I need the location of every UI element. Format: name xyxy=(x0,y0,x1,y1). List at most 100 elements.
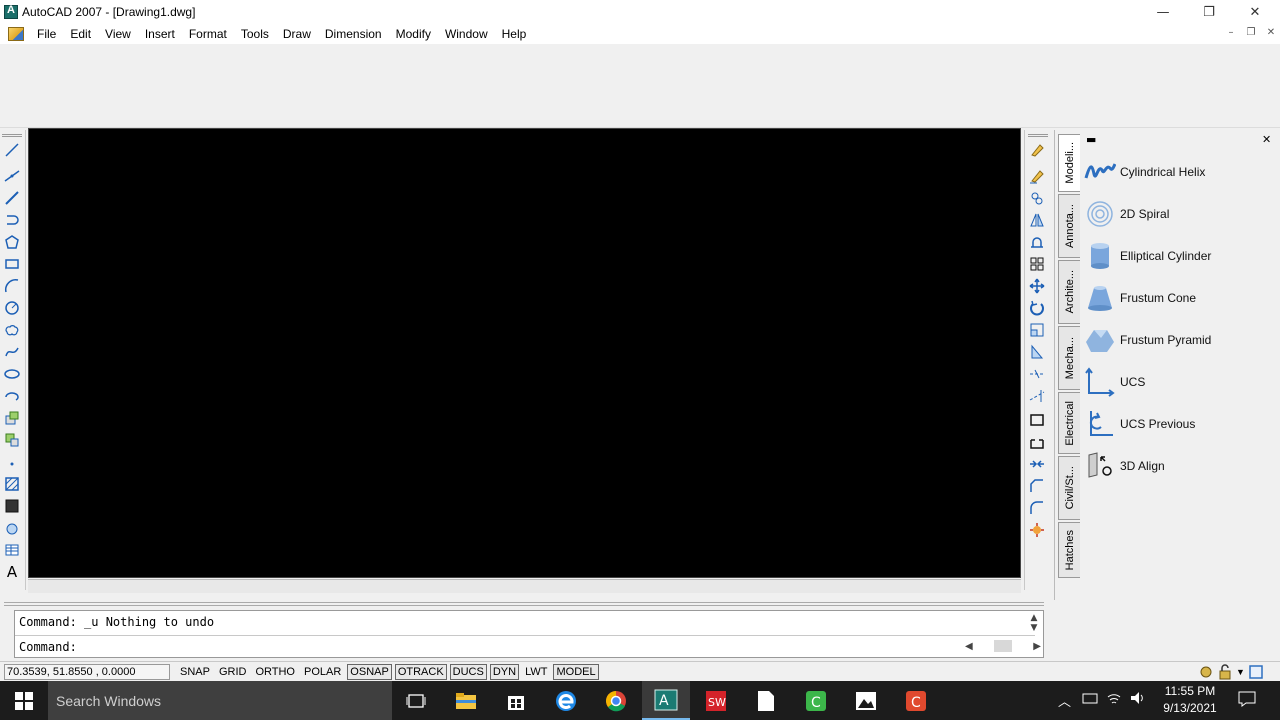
network-status-icon[interactable] xyxy=(1082,691,1098,705)
close-button[interactable]: ✕ xyxy=(1232,0,1278,24)
taskbar-store[interactable] xyxy=(492,681,540,720)
snap-toggle[interactable]: SNAP xyxy=(177,664,213,680)
command-window[interactable]: Command: _u Nothing to undo Command: ▲ ▼ … xyxy=(14,610,1044,658)
command-vertical-scrollbar[interactable]: ▲ ▼ xyxy=(1027,613,1041,635)
taskbar-camtasia[interactable]: C xyxy=(792,681,840,720)
volume-icon[interactable] xyxy=(1130,691,1146,705)
model-toggle[interactable]: MODEL xyxy=(553,663,599,680)
coordinate-readout[interactable]: 70.3539, 51.8550 , 0.0000 xyxy=(4,663,170,680)
palette-item-cylindrical-helix[interactable]: Cylindrical Helix xyxy=(1084,156,1274,188)
start-button[interactable] xyxy=(0,681,48,720)
scroll-left-icon[interactable]: ◀ xyxy=(965,641,973,652)
menu-modify[interactable]: Modify xyxy=(389,24,438,44)
rotate-icon[interactable] xyxy=(1029,300,1045,316)
tab-annotation[interactable]: Annota... xyxy=(1058,194,1080,258)
arc-icon[interactable] xyxy=(4,278,20,294)
fillet-icon[interactable] xyxy=(1029,500,1045,516)
command-prompt[interactable]: Command: xyxy=(19,640,77,654)
dyn-toggle[interactable]: DYN xyxy=(489,663,520,680)
communication-center-icon[interactable] xyxy=(1198,664,1214,680)
polygon-arc-icon[interactable] xyxy=(4,212,20,228)
taskbar-file-explorer[interactable] xyxy=(442,681,490,720)
mdi-restore-button[interactable]: ❐ xyxy=(1242,27,1260,38)
palette-item-3d-align[interactable]: 3D Align xyxy=(1084,450,1274,482)
taskbar-clock[interactable]: 11:55 PM 9/13/2021 xyxy=(1150,683,1230,717)
construction-line-icon[interactable] xyxy=(4,168,20,184)
canvas-horizontal-scrollbar[interactable] xyxy=(28,579,1021,593)
drawing-canvas[interactable] xyxy=(28,128,1021,578)
chamfer-icon[interactable] xyxy=(1029,478,1045,494)
table-icon[interactable] xyxy=(4,542,20,558)
tab-civil-structural[interactable]: Civil/St... xyxy=(1058,456,1080,520)
make-block-icon[interactable] xyxy=(4,432,20,448)
wifi-icon[interactable] xyxy=(1106,691,1122,705)
command-horizontal-scrollbar[interactable]: ◀ ▶ xyxy=(965,638,1041,654)
autocad-app-icon[interactable] xyxy=(4,4,18,19)
grid-toggle[interactable]: GRID xyxy=(216,664,250,680)
ellipse-icon[interactable] xyxy=(4,366,20,382)
otrack-toggle[interactable]: OTRACK xyxy=(394,663,447,680)
extend-icon[interactable] xyxy=(1029,388,1045,404)
mirror-icon[interactable] xyxy=(1029,190,1045,206)
tab-architectural[interactable]: Archite... xyxy=(1058,260,1080,324)
taskbar-search-input[interactable]: Search Windows xyxy=(48,681,392,720)
menu-view[interactable]: View xyxy=(98,24,138,44)
polar-toggle[interactable]: POLAR xyxy=(301,664,344,680)
taskbar-photos[interactable] xyxy=(842,681,890,720)
menu-format[interactable]: Format xyxy=(182,24,234,44)
palette-close-button[interactable]: ✕ xyxy=(1262,133,1271,146)
join-icon[interactable] xyxy=(1029,456,1045,472)
toolbar-grip[interactable] xyxy=(2,134,22,137)
taskbar-document[interactable] xyxy=(742,681,790,720)
palette-item-frustum-pyramid[interactable]: Frustum Pyramid xyxy=(1084,324,1274,356)
menu-insert[interactable]: Insert xyxy=(138,24,182,44)
minimize-button[interactable]: — xyxy=(1140,0,1186,24)
tab-hatches[interactable]: Hatches xyxy=(1058,522,1080,578)
explode-icon[interactable] xyxy=(1029,522,1045,538)
action-center-icon[interactable] xyxy=(1238,691,1256,707)
revision-cloud-icon[interactable] xyxy=(4,322,20,338)
trim-icon[interactable] xyxy=(1029,366,1045,382)
restore-button[interactable]: ❐ xyxy=(1186,0,1232,24)
menu-file[interactable]: File xyxy=(30,24,63,44)
taskbar-chrome[interactable] xyxy=(592,681,640,720)
taskbar-autocad[interactable]: A xyxy=(642,681,690,720)
scale-icon[interactable] xyxy=(1029,322,1045,338)
insert-block-icon[interactable] xyxy=(4,410,20,426)
scroll-thumb[interactable] xyxy=(994,640,1012,652)
palette-minimize-button[interactable]: ▬ xyxy=(1086,133,1096,146)
osnap-toggle[interactable]: OSNAP xyxy=(347,663,392,680)
command-window-grip[interactable] xyxy=(4,602,1044,606)
taskbar-solidworks[interactable]: SW xyxy=(692,681,740,720)
menu-dimension[interactable]: Dimension xyxy=(318,24,389,44)
palette-item-2d-spiral[interactable]: 2D Spiral xyxy=(1084,198,1274,230)
rectangle-icon[interactable] xyxy=(4,256,20,272)
circle-icon[interactable] xyxy=(4,300,20,316)
menu-window[interactable]: Window xyxy=(438,24,495,44)
toolbar-grip[interactable] xyxy=(1028,134,1048,137)
break-icon[interactable] xyxy=(1029,434,1045,450)
array-icon[interactable] xyxy=(1029,234,1045,250)
copy-icon[interactable] xyxy=(1029,168,1045,184)
polyline-icon[interactable] xyxy=(4,190,20,206)
task-view-button[interactable] xyxy=(392,681,440,720)
point-icon[interactable] xyxy=(4,456,20,472)
stretch-icon[interactable] xyxy=(1029,344,1045,360)
ortho-toggle[interactable]: ORTHO xyxy=(252,664,298,680)
multiline-text-icon[interactable]: A xyxy=(4,563,20,581)
ellipse-arc-icon[interactable] xyxy=(4,388,20,404)
mdi-close-button[interactable]: ✕ xyxy=(1262,27,1280,38)
document-icon[interactable] xyxy=(8,27,24,41)
spline-icon[interactable] xyxy=(4,344,20,360)
menu-edit[interactable]: Edit xyxy=(63,24,98,44)
hatch-icon[interactable] xyxy=(4,476,20,492)
lock-icon[interactable] xyxy=(1218,664,1232,680)
grid-array-icon[interactable] xyxy=(1029,256,1045,272)
scroll-right-icon[interactable]: ▶ xyxy=(1033,641,1041,652)
show-hidden-icons[interactable]: ︿ xyxy=(1058,691,1071,710)
chevron-down-icon[interactable]: ▼ xyxy=(1236,667,1245,677)
menu-tools[interactable]: Tools xyxy=(234,24,276,44)
lwt-toggle[interactable]: LWT xyxy=(522,664,550,680)
offset-icon[interactable] xyxy=(1029,212,1045,228)
palette-item-frustum-cone[interactable]: Frustum Cone xyxy=(1084,282,1274,314)
